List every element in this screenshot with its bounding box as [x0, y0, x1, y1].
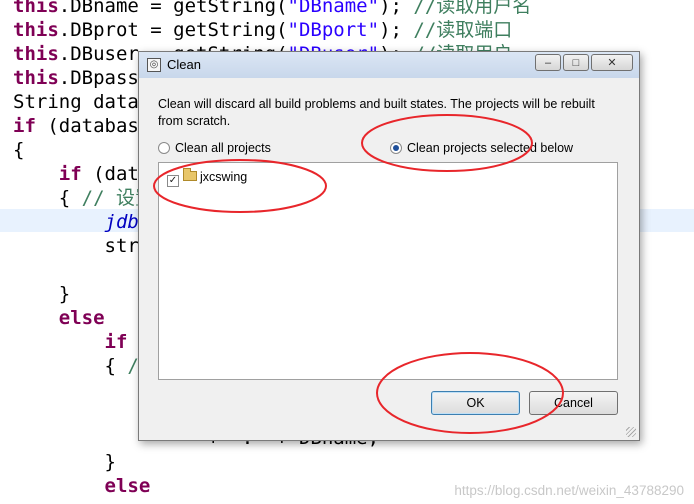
- project-name: jxcswing: [200, 170, 248, 184]
- cancel-button[interactable]: Cancel: [529, 391, 618, 415]
- code-token: }: [13, 451, 116, 473]
- code-token: .DBname = getString(: [58, 0, 288, 17]
- code-token: this: [13, 67, 59, 89]
- code-token: this: [13, 43, 59, 65]
- code-line: {: [13, 138, 24, 162]
- code-token: {: [13, 139, 25, 161]
- code-line: { //: [13, 354, 151, 378]
- code-token: //读取端口: [413, 19, 513, 41]
- code-token: "DBname": [287, 0, 380, 17]
- minimize-icon[interactable]: –: [535, 54, 561, 71]
- close-icon[interactable]: ✕: [591, 54, 633, 71]
- code-token: if: [104, 331, 128, 353]
- code-token: .DBprot = getString(: [58, 19, 288, 41]
- checkbox-checked-icon[interactable]: ✓: [167, 175, 179, 187]
- watermark: https://blog.csdn.net/weixin_43788290: [454, 483, 684, 498]
- list-item[interactable]: ✓ jxcswing: [167, 168, 248, 187]
- project-folder-icon: [183, 168, 197, 181]
- clean-all-radio[interactable]: Clean all projects: [158, 140, 271, 156]
- project-list[interactable]: ✓ jxcswing: [158, 162, 618, 380]
- code-line: else: [13, 306, 105, 330]
- eclipse-app-icon: ◎: [147, 58, 161, 72]
- dialog-description: Clean will discard all build problems an…: [158, 97, 595, 128]
- code-token: );: [379, 0, 414, 17]
- code-token: }: [13, 283, 71, 305]
- code-token: "DBport": [287, 19, 380, 41]
- code-token: {: [13, 187, 82, 209]
- code-token: if: [13, 115, 36, 137]
- resize-grip[interactable]: [626, 427, 636, 437]
- code-line: }: [13, 450, 116, 474]
- code-token: else: [58, 307, 105, 329]
- radio-on-icon: [390, 142, 402, 154]
- code-token: else: [104, 475, 151, 497]
- code-token: this: [13, 19, 59, 41]
- radio-off-icon: [158, 142, 170, 154]
- code-token: {: [13, 355, 128, 377]
- code-token: if: [58, 163, 82, 185]
- clean-dialog: ◎ Clean – □ ✕ Clean will discard all bui…: [138, 51, 640, 441]
- clean-selected-label: Clean projects selected below: [407, 141, 574, 155]
- code-line: this.DBname = getString("DBname"); //读取用…: [13, 0, 531, 18]
- ok-button[interactable]: OK: [431, 391, 520, 415]
- dialog-titlebar[interactable]: ◎ Clean – □ ✕: [139, 52, 639, 78]
- clean-all-label: Clean all projects: [175, 141, 271, 155]
- code-line: this.DBprot = getString("DBport"); //读取端…: [13, 18, 512, 42]
- code-token: //读取用户名: [413, 0, 532, 17]
- code-line: else: [13, 474, 151, 498]
- code-token: );: [379, 19, 414, 41]
- dialog-title: Clean: [167, 57, 201, 72]
- clean-selected-radio[interactable]: Clean projects selected below: [390, 140, 573, 156]
- code-line: }: [13, 282, 70, 306]
- code-token: this: [13, 0, 59, 17]
- maximize-icon[interactable]: □: [563, 54, 589, 71]
